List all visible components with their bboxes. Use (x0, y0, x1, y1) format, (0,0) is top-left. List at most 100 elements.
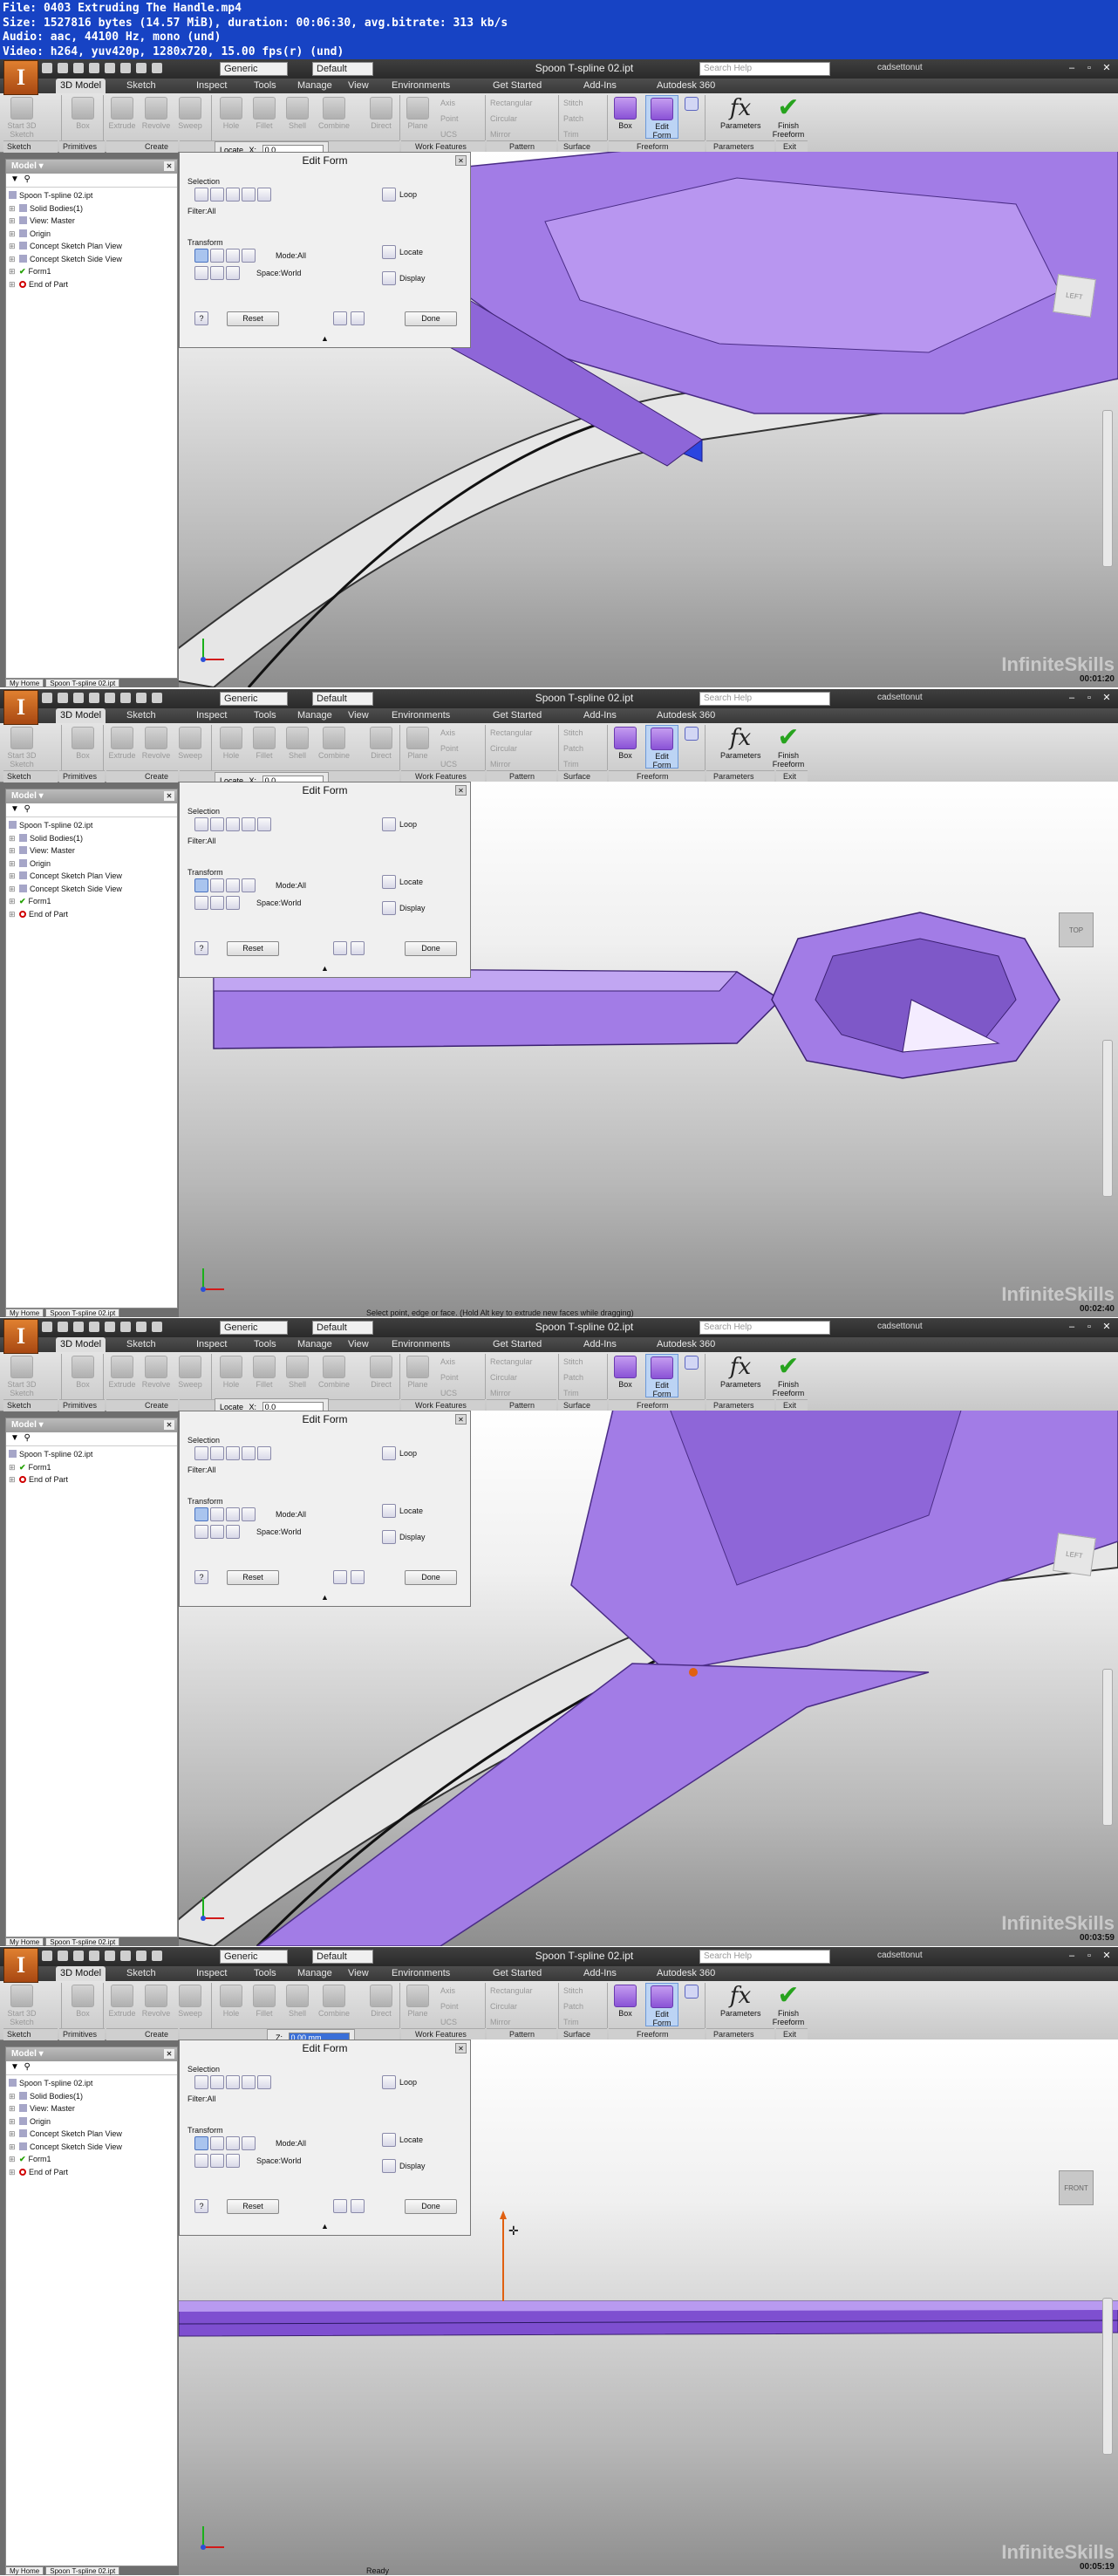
tab-tools[interactable]: Tools (249, 1966, 281, 1981)
select-icon[interactable] (152, 1951, 162, 1961)
trim-button[interactable]: Trim (563, 2018, 579, 2026)
mirror-button[interactable]: Mirror (490, 130, 511, 139)
style-combo[interactable]: Generic (220, 1321, 288, 1335)
expand-icon[interactable]: ⊞ (9, 870, 19, 883)
expand-icon[interactable]: ⊞ (9, 908, 19, 921)
navigation-bar[interactable] (1102, 1040, 1113, 1197)
user-name[interactable]: cadsettonut (877, 1951, 923, 1960)
axis-button[interactable]: Axis (440, 1357, 455, 1366)
browser-node[interactable]: ⊞ Solid Bodies(1) (9, 832, 174, 845)
patch-button[interactable]: Patch (563, 744, 583, 753)
fillet-button[interactable]: Fillet (248, 725, 281, 769)
circular-pattern-button[interactable]: Circular (490, 744, 517, 753)
finish-freeform-button[interactable]: ✔ Finish Freeform (769, 1983, 808, 2027)
tab-autodesk-360[interactable]: Autodesk 360 (652, 708, 719, 723)
shell-button[interactable]: Shell (281, 95, 314, 139)
parameters-button[interactable]: fx Parameters (720, 95, 761, 139)
tab-view[interactable]: View (344, 1966, 373, 1981)
select-icon[interactable] (152, 693, 162, 703)
browser-node[interactable]: ⊞ Origin (9, 2115, 174, 2128)
combine-button[interactable]: Combine (317, 95, 351, 139)
new-icon[interactable] (42, 1322, 52, 1332)
filter-dropdown[interactable]: Filter:All (187, 1466, 216, 1474)
locate-label[interactable]: Locate (399, 1507, 423, 1515)
tab-tools[interactable]: Tools (249, 79, 281, 93)
select-point-icon[interactable] (194, 188, 208, 202)
filter-icon[interactable]: ▼ (10, 174, 19, 184)
appearance-combo[interactable]: Default (312, 1950, 373, 1964)
inventor-logo-icon[interactable]: I (3, 690, 38, 725)
browser-close-icon[interactable]: ✕ (164, 2049, 174, 2059)
undo-icon[interactable] (89, 693, 99, 703)
browser-node[interactable]: ⊞ View: Master (9, 215, 174, 228)
minimize-icon[interactable]: – (1064, 62, 1080, 75)
reset-button[interactable]: Reset (227, 941, 279, 956)
rotate-icon[interactable] (226, 878, 240, 892)
browser-close-icon[interactable]: ✕ (164, 161, 174, 171)
mirror-button[interactable]: Mirror (490, 1389, 511, 1397)
sweep-button[interactable]: Sweep (174, 1983, 207, 2026)
select-face-icon[interactable] (226, 817, 240, 831)
filter-icon[interactable]: ▼ (10, 804, 19, 814)
model-browser[interactable]: Model ▾ ✕ ▼ ⚲ Spoon T-spline 02.ipt ⊞ Solid… (5, 789, 178, 1308)
model-browser[interactable]: Model ▾ ✕ ▼ ⚲ Spoon T-spline 02.ipt ⊞ Solid… (5, 2046, 178, 2566)
browser-header[interactable]: Model ▾ ✕ (6, 160, 177, 174)
freeform-options-button[interactable] (682, 1983, 701, 2026)
plane-button[interactable]: Plane (401, 725, 434, 769)
extrude-button[interactable]: Extrude (106, 1354, 139, 1397)
sweep-button[interactable]: Sweep (174, 95, 207, 139)
style-combo[interactable]: Generic (220, 1950, 288, 1964)
browser-node[interactable]: ⊞ Concept Sketch Plan View (9, 870, 174, 883)
redo-icon[interactable] (105, 63, 115, 73)
browser-node[interactable]: ⊞ ✔ Form1 (9, 265, 174, 278)
point-button[interactable]: Point (440, 114, 459, 123)
tab-environments[interactable]: Environments (387, 1337, 454, 1352)
revolve-button[interactable]: Revolve (140, 1983, 173, 2026)
expand-icon[interactable]: ⊞ (9, 844, 19, 858)
save-icon[interactable] (73, 1951, 84, 1961)
start-3d-sketch-button[interactable]: Start 3D Sketch (5, 725, 38, 769)
undo-edit-icon[interactable] (333, 941, 347, 955)
tab-autodesk-360[interactable]: Autodesk 360 (652, 79, 719, 93)
filter-icon[interactable]: ▼ (10, 2062, 19, 2072)
view-cube[interactable]: FRONT (1059, 2170, 1094, 2205)
box-primitive-button[interactable]: Box (66, 725, 99, 769)
close-icon[interactable]: ✕ (1099, 62, 1115, 75)
redo-icon[interactable] (105, 1322, 115, 1332)
rectangular-pattern-button[interactable]: Rectangular (490, 99, 533, 107)
tab-inspect[interactable]: Inspect (192, 79, 231, 93)
save-icon[interactable] (73, 63, 84, 73)
fillet-button[interactable]: Fillet (248, 95, 281, 139)
stitch-button[interactable]: Stitch (563, 728, 583, 737)
scale-icon[interactable] (242, 2136, 256, 2150)
help-search-input[interactable]: Search Help (699, 62, 830, 76)
extrude-button[interactable]: Extrude (106, 1983, 139, 2026)
tab-sketch[interactable]: Sketch (122, 79, 160, 93)
space-view-icon[interactable] (210, 266, 224, 280)
select-edge-icon[interactable] (210, 188, 224, 202)
done-button[interactable]: Done (405, 1570, 457, 1585)
group-surface[interactable]: Surface (558, 1399, 607, 1411)
find-icon[interactable]: ⚲ (24, 1433, 30, 1443)
ucs-button[interactable]: UCS (440, 130, 457, 139)
sweep-button[interactable]: Sweep (174, 725, 207, 769)
save-icon[interactable] (73, 1322, 84, 1332)
minimize-icon[interactable]: – (1064, 692, 1080, 705)
patch-button[interactable]: Patch (563, 2002, 583, 2011)
tab-inspect[interactable]: Inspect (192, 1337, 231, 1352)
update-icon[interactable] (136, 693, 147, 703)
locate-icon[interactable] (382, 1504, 396, 1518)
select-body-icon[interactable] (242, 817, 256, 831)
display-label[interactable]: Display (399, 1533, 426, 1541)
loop-icon[interactable] (382, 1446, 396, 1460)
group-surface[interactable]: Surface (558, 2028, 607, 2040)
axis-button[interactable]: Axis (440, 99, 455, 107)
tab-3d-model[interactable]: 3D Model (56, 1337, 106, 1352)
finish-freeform-button[interactable]: ✔ Finish Freeform (769, 1354, 808, 1398)
select-face-icon[interactable] (226, 188, 240, 202)
filter-dropdown[interactable]: Filter:All (187, 207, 216, 215)
loop-icon[interactable] (382, 188, 396, 202)
mirror-button[interactable]: Mirror (490, 760, 511, 769)
browser-node[interactable]: ⊞ ✔ Form1 (9, 1461, 174, 1474)
select-face-icon[interactable] (226, 1446, 240, 1460)
